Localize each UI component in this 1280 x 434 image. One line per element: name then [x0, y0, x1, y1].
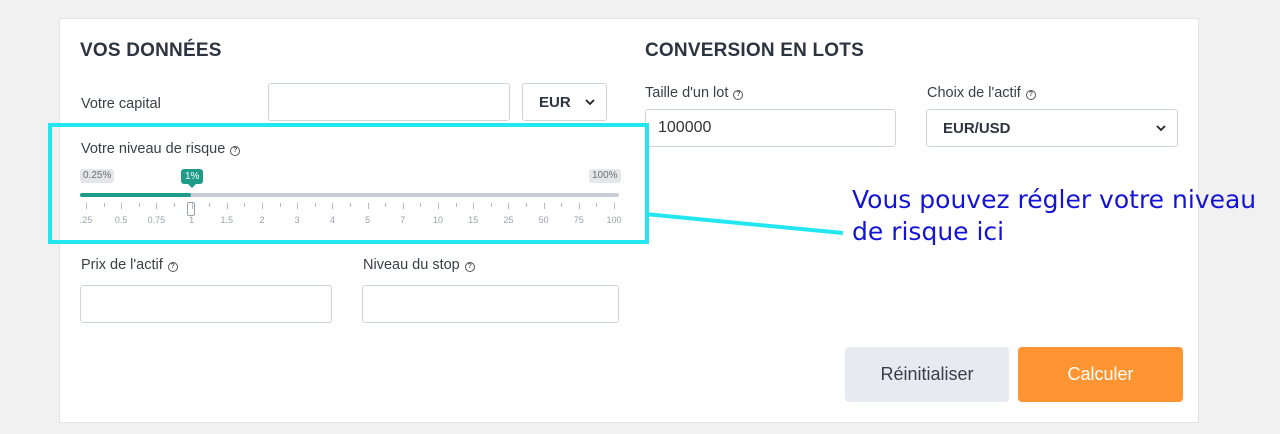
capital-input[interactable] — [268, 83, 510, 121]
annotation-line-2: de risque ici — [852, 217, 1005, 246]
help-icon[interactable]: ? — [733, 90, 744, 100]
currency-select-value: EUR — [539, 93, 571, 111]
currency-select[interactable]: EUR — [522, 83, 607, 121]
asset-price-input[interactable] — [80, 285, 332, 323]
asset-price-label-text: Prix de l'actif — [81, 257, 163, 273]
help-icon[interactable]: ? — [464, 262, 475, 272]
asset-choice-select[interactable]: EUR/USD — [926, 109, 1178, 147]
reset-button[interactable]: Réinitialiser — [845, 347, 1009, 402]
stop-level-label-text: Niveau du stop — [363, 257, 460, 273]
annotation-text: Vous pouvez régler votre niveau de risqu… — [852, 184, 1256, 248]
risk-highlight-box — [48, 123, 649, 244]
lot-size-input[interactable] — [645, 109, 896, 147]
capital-label: Votre capital — [81, 96, 161, 112]
stop-level-label: Niveau du stop? — [363, 257, 475, 273]
help-icon[interactable]: ? — [167, 262, 178, 272]
section-title-lot-conversion: CONVERSION EN LOTS — [645, 40, 864, 61]
chevron-down-icon — [1156, 125, 1166, 132]
help-icon[interactable]: ? — [1025, 90, 1036, 100]
chevron-down-icon — [585, 99, 595, 106]
lot-size-label: Taille d'un lot? — [645, 85, 744, 101]
asset-choice-label-text: Choix de l'actif — [927, 85, 1021, 101]
section-title-your-data: VOS DONNÉES — [80, 40, 222, 61]
annotation-line-1: Vous pouvez régler votre niveau — [852, 185, 1257, 214]
asset-choice-label: Choix de l'actif? — [927, 85, 1036, 101]
lot-size-label-text: Taille d'un lot — [645, 85, 729, 101]
calculate-button[interactable]: Calculer — [1018, 347, 1183, 402]
stop-level-input[interactable] — [362, 285, 619, 323]
asset-choice-select-value: EUR/USD — [943, 119, 1011, 137]
asset-price-label: Prix de l'actif? — [81, 257, 178, 273]
annotation-pointer-line — [645, 212, 844, 235]
